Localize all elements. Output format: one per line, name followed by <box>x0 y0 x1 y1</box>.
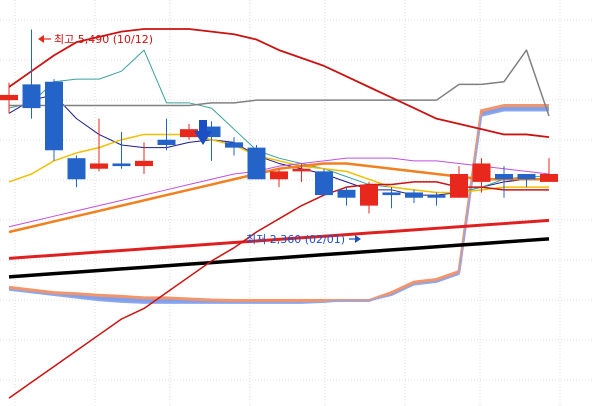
candle-body <box>112 163 131 167</box>
ichimoku-cloud <box>8 103 549 304</box>
candle <box>360 181 378 214</box>
candle-body <box>405 192 423 198</box>
candle <box>315 168 333 196</box>
candle <box>270 168 288 188</box>
candle-body <box>225 142 243 148</box>
candle-body <box>90 163 108 169</box>
candle-body <box>45 81 63 151</box>
candle <box>45 79 63 161</box>
candle <box>337 187 356 206</box>
candle <box>540 158 558 182</box>
candle-body <box>0 94 18 101</box>
candle <box>112 131 131 169</box>
candlestick-chart: 최고 5,490 (10/12) 최저 2,360 (02/01) <box>0 0 592 406</box>
candle-body <box>360 184 378 206</box>
candle-body <box>67 158 86 180</box>
candle <box>382 187 401 209</box>
candle <box>450 166 468 198</box>
candle-body <box>315 171 333 196</box>
candles <box>0 29 558 214</box>
low-marker-arrowhead <box>355 235 361 243</box>
candle <box>247 145 266 180</box>
candle-body <box>382 192 401 196</box>
candle-body <box>540 174 558 182</box>
candle-body <box>247 147 266 180</box>
candle-body <box>517 174 536 180</box>
candle-body <box>495 174 513 180</box>
candle-body <box>427 195 446 198</box>
candle <box>22 29 41 119</box>
candle <box>405 189 423 203</box>
candle <box>67 155 86 188</box>
low-price-label: 최저 2,360 (02/01) <box>246 233 345 246</box>
candle-body <box>157 139 176 145</box>
candle-body <box>180 129 198 138</box>
candle <box>517 174 536 188</box>
grid-lines <box>0 0 592 406</box>
candle-body <box>292 168 311 172</box>
candle-body <box>472 163 491 182</box>
chart-svg: 최고 5,490 (10/12) 최저 2,360 (02/01) <box>0 0 592 406</box>
candle-body <box>450 174 468 198</box>
high-marker-arrowhead <box>38 35 44 43</box>
candle-body <box>337 189 356 198</box>
candle-body <box>135 160 153 167</box>
candle-body <box>270 171 288 180</box>
high-price-label: 최고 5,490 (10/12) <box>54 33 153 46</box>
candle-body <box>22 84 41 109</box>
